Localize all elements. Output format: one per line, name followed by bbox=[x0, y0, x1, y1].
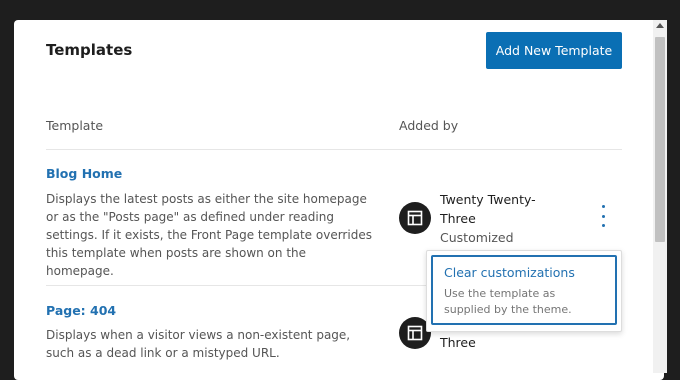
clear-customizations-menu-item[interactable]: Clear customizations Use the template as… bbox=[431, 255, 617, 325]
author-name: Three bbox=[440, 335, 476, 350]
header-divider bbox=[46, 149, 622, 150]
menu-item-help: Use the template as supplied by the them… bbox=[444, 287, 572, 316]
column-header-template: Template bbox=[46, 118, 104, 133]
column-header-added-by: Added by bbox=[399, 118, 459, 133]
template-title-link[interactable]: Blog Home bbox=[46, 166, 122, 181]
templates-modal: Templates Add New Template Template Adde… bbox=[14, 20, 664, 380]
author-name: Twenty Twenty-Three bbox=[440, 192, 536, 226]
template-title-link[interactable]: Page: 404 bbox=[46, 303, 116, 318]
scrollbar-thumb[interactable] bbox=[655, 37, 665, 242]
page-title: Templates bbox=[46, 41, 133, 59]
menu-item-label: Clear customizations bbox=[444, 265, 575, 280]
customized-status: Customized bbox=[440, 230, 514, 245]
template-actions-dropdown: Clear customizations Use the template as… bbox=[426, 250, 622, 332]
scroll-up-icon[interactable] bbox=[656, 23, 664, 28]
scrollbar[interactable] bbox=[653, 20, 667, 373]
add-new-template-button[interactable]: Add New Template bbox=[486, 32, 622, 69]
template-description: Displays when a visitor views a non-exis… bbox=[46, 328, 351, 360]
template-description: Displays the latest posts as either the … bbox=[46, 192, 372, 278]
layout-icon bbox=[399, 202, 431, 234]
more-vertical-icon[interactable] bbox=[596, 205, 610, 227]
